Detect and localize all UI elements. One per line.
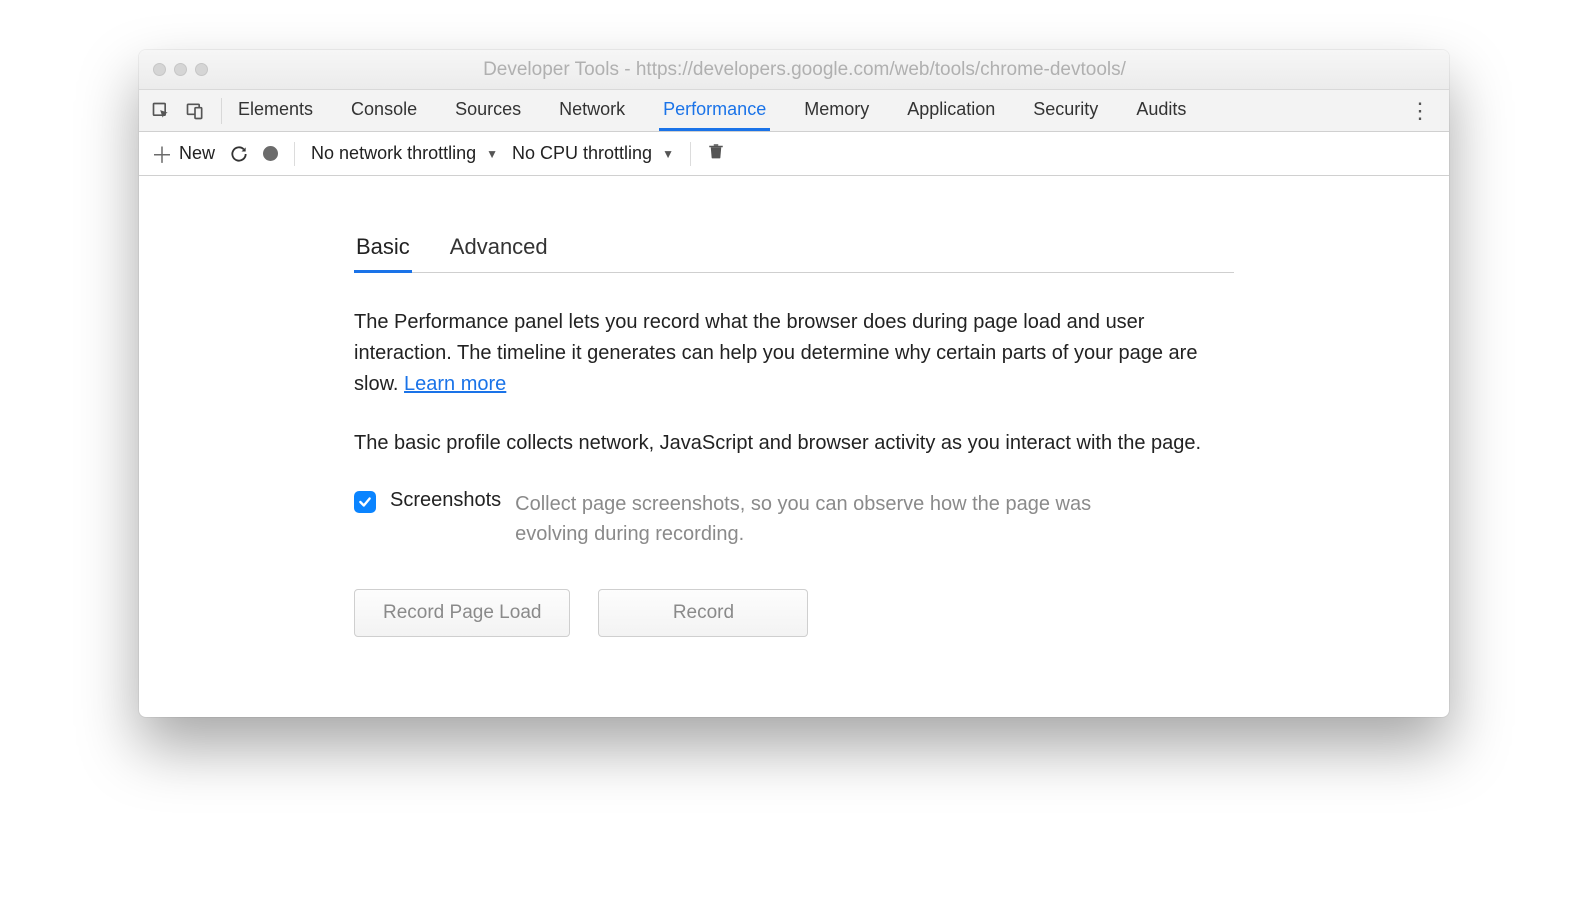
screenshots-description: Collect page screenshots, so you can obs…	[515, 489, 1115, 549]
tab-label: Performance	[663, 99, 766, 120]
separator	[294, 142, 295, 166]
basic-description: The basic profile collects network, Java…	[354, 428, 1234, 459]
minimize-window-button[interactable]	[174, 63, 187, 76]
tab-label: Audits	[1136, 99, 1186, 120]
screenshots-checkbox[interactable]	[354, 491, 376, 513]
subtab-advanced[interactable]: Advanced	[448, 234, 550, 273]
tab-label: Sources	[455, 99, 521, 120]
cpu-throttle-label: No CPU throttling	[512, 143, 652, 164]
sub-tabs: Basic Advanced	[354, 234, 1234, 273]
panel-content: Basic Advanced The Performance panel let…	[139, 176, 1449, 717]
maximize-window-button[interactable]	[195, 63, 208, 76]
chevron-down-icon: ▼	[486, 147, 498, 161]
inspect-element-icon[interactable]	[151, 101, 171, 121]
record-buttons: Record Page Load Record	[354, 589, 1234, 637]
screenshots-label: Screenshots	[390, 489, 501, 512]
subtab-label: Basic	[356, 234, 410, 259]
tab-network[interactable]: Network	[555, 90, 629, 131]
tab-label: Memory	[804, 99, 869, 120]
network-throttling-select[interactable]: No network throttling ▼	[311, 143, 498, 164]
screenshots-option: Screenshots Collect page screenshots, so…	[354, 489, 1234, 549]
tab-elements[interactable]: Elements	[234, 90, 317, 131]
tab-console[interactable]: Console	[347, 90, 421, 131]
trash-icon[interactable]	[707, 141, 725, 166]
tab-label: Network	[559, 99, 625, 120]
separator	[221, 98, 222, 124]
tab-label: Elements	[238, 99, 313, 120]
record-button[interactable]: Record	[598, 589, 808, 637]
device-toolbar-icon[interactable]	[185, 101, 205, 121]
tab-audits[interactable]: Audits	[1132, 90, 1190, 131]
tab-application[interactable]: Application	[903, 90, 999, 131]
tab-memory[interactable]: Memory	[800, 90, 873, 131]
network-throttle-label: No network throttling	[311, 143, 476, 164]
subtab-label: Advanced	[450, 234, 548, 259]
tab-label: Security	[1033, 99, 1098, 120]
separator	[690, 142, 691, 166]
learn-more-link[interactable]: Learn more	[404, 373, 506, 395]
tab-label: Console	[351, 99, 417, 120]
record-icon[interactable]	[263, 146, 278, 161]
devtools-window: Developer Tools - https://developers.goo…	[139, 50, 1449, 717]
new-label: New	[179, 143, 215, 164]
intro-paragraph: The Performance panel lets you record wh…	[354, 307, 1234, 400]
performance-toolbar: ＋ New No network throttling ▼ No CPU thr…	[139, 132, 1449, 176]
new-recording-button[interactable]: ＋ New	[151, 138, 215, 170]
tab-list: Elements Console Sources Network Perform…	[234, 90, 1190, 131]
plus-icon: ＋	[151, 138, 173, 170]
reload-icon[interactable]	[229, 144, 249, 164]
titlebar: Developer Tools - https://developers.goo…	[139, 50, 1449, 90]
traffic-lights	[153, 63, 208, 76]
tab-sources[interactable]: Sources	[451, 90, 525, 131]
more-options-icon[interactable]: ⋮	[1401, 98, 1439, 124]
chevron-down-icon: ▼	[662, 147, 674, 161]
tab-performance[interactable]: Performance	[659, 90, 770, 131]
close-window-button[interactable]	[153, 63, 166, 76]
tab-label: Application	[907, 99, 995, 120]
main-tabbar: Elements Console Sources Network Perform…	[139, 90, 1449, 132]
subtab-basic[interactable]: Basic	[354, 234, 412, 273]
cpu-throttling-select[interactable]: No CPU throttling ▼	[512, 143, 674, 164]
record-page-load-button[interactable]: Record Page Load	[354, 589, 570, 637]
tab-security[interactable]: Security	[1029, 90, 1102, 131]
window-title: Developer Tools - https://developers.goo…	[224, 59, 1385, 81]
